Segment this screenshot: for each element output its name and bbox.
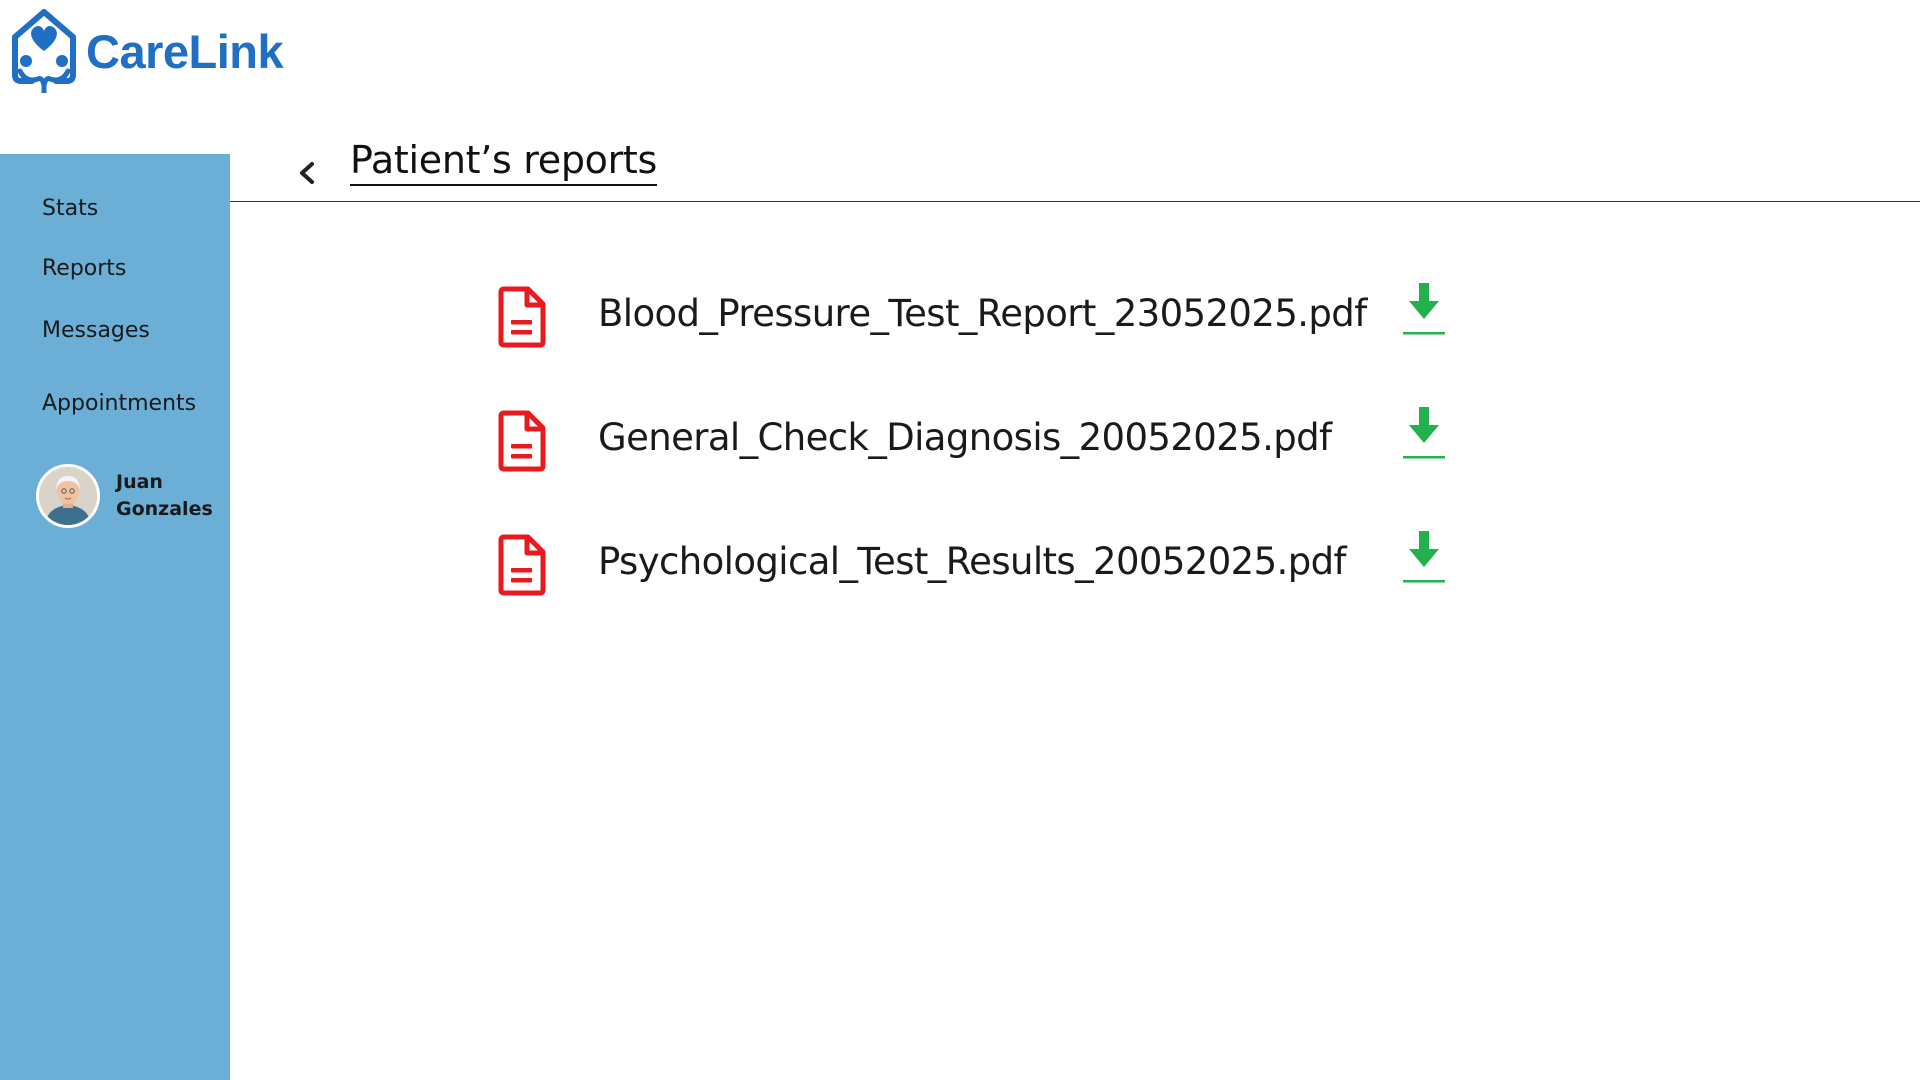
header-divider [230,201,1920,202]
avatar[interactable] [36,464,100,528]
sidebar-item-appointments[interactable]: Appointments [42,391,196,416]
download-icon[interactable] [1402,280,1446,336]
chevron-left-icon [300,162,314,184]
sidebar-item-messages[interactable]: Messages [42,318,150,343]
user-profile[interactable]: Juan Gonzales [36,464,213,528]
house-heart-logo-icon [12,9,76,93]
user-name: Juan Gonzales [116,469,213,523]
user-first-name: Juan [116,471,163,493]
sidebar-item-reports[interactable]: Reports [42,256,126,281]
pdf-file-icon [498,534,546,596]
brand-name: CareLink [86,24,284,78]
elderly-man-avatar [39,467,97,525]
file-row: Blood_Pressure_Test_Report_23052025.pdf [496,280,1456,352]
back-button[interactable] [292,156,322,190]
reports-page: CareLink Stats Reports Messages Appointm… [0,0,1920,1080]
download-icon[interactable] [1402,404,1446,460]
brand-logo[interactable]: CareLink [12,9,284,93]
file-name[interactable]: General_Check_Diagnosis_20052025.pdf [598,416,1332,459]
sidebar-item-stats[interactable]: Stats [42,196,98,221]
file-name[interactable]: Blood_Pressure_Test_Report_23052025.pdf [598,292,1367,335]
download-icon[interactable] [1402,528,1446,584]
file-row: Psychological_Test_Results_20052025.pdf [496,528,1456,600]
page-title: Patient’s reports [350,138,657,186]
file-row: General_Check_Diagnosis_20052025.pdf [496,404,1456,476]
pdf-file-icon [498,410,546,472]
sidebar: Stats Reports Messages Appointments Juan [0,154,230,1080]
file-name[interactable]: Psychological_Test_Results_20052025.pdf [598,540,1347,583]
user-last-name: Gonzales [116,498,213,520]
pdf-file-icon [498,286,546,348]
